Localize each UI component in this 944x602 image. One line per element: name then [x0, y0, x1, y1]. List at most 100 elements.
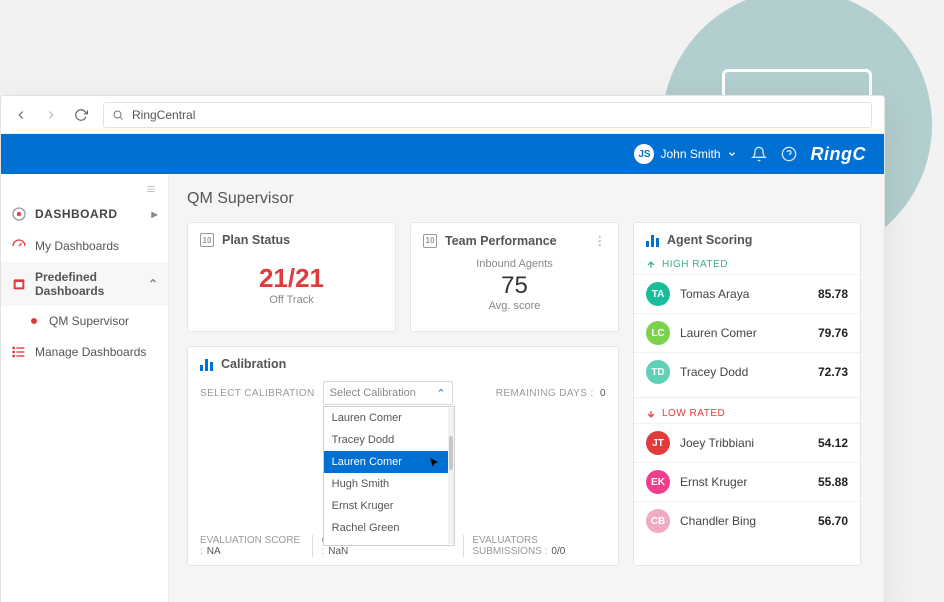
- card-calibration: Calibration SELECT CALIBRATION Select Ca…: [187, 346, 619, 566]
- page-title: QM Supervisor: [187, 190, 866, 208]
- select-calibration-label: SELECT CALIBRATION: [200, 388, 315, 399]
- remaining-days-value: 0: [600, 388, 606, 399]
- calibration-dropdown: Lauren ComerTracey DoddLauren ComerHugh …: [323, 406, 455, 546]
- sidebar-label: Predefined Dashboards: [35, 270, 140, 298]
- sidebar-item-my-dashboards[interactable]: My Dashboards: [1, 230, 168, 262]
- card-title: Plan Status: [222, 233, 290, 247]
- list-icon: [11, 344, 27, 360]
- dropdown-option[interactable]: Lauren Comer: [324, 407, 454, 429]
- sidebar-item-predefined-dashboards[interactable]: Predefined Dashboards ⌃: [1, 262, 168, 306]
- brand-logo: RingC: [811, 144, 867, 165]
- forward-button[interactable]: [43, 107, 59, 123]
- high-rated-label: HIGH RATED: [634, 255, 860, 274]
- agent-row[interactable]: EK Ernst Kruger 55.88: [634, 462, 860, 501]
- user-menu[interactable]: JS John Smith: [634, 144, 736, 164]
- dropdown-option[interactable]: Hugh Smith: [324, 473, 454, 495]
- sidebar-label: Manage Dashboards: [35, 345, 146, 359]
- eval-score-value: NA: [207, 546, 221, 557]
- dashboard-icon: [11, 206, 27, 222]
- card-menu-icon[interactable]: ⋮: [594, 233, 607, 248]
- agent-row[interactable]: CB Chandler Bing 56.70: [634, 501, 860, 540]
- refresh-button[interactable]: [73, 107, 89, 123]
- dropdown-option[interactable]: Lauren Comer: [324, 451, 454, 473]
- card-plan-status: 10 Plan Status 21/21 Off Track: [187, 222, 396, 332]
- search-icon: [112, 109, 124, 121]
- active-dot-icon: [31, 318, 37, 324]
- avatar: EK: [646, 470, 670, 494]
- card-team-performance: 10 Team Performance ⋮ Inbound Agents 75 …: [410, 222, 619, 332]
- avatar: TA: [646, 282, 670, 306]
- sidebar-item-dashboard[interactable]: DASHBOARD ▸: [1, 198, 168, 230]
- browser-window: RingCentral JS John Smith RingC DASHBOAR…: [0, 95, 885, 602]
- agent-name: Lauren Comer: [680, 326, 808, 340]
- sidebar-item-qm-supervisor[interactable]: QM Supervisor: [1, 306, 168, 336]
- card-title: Calibration: [221, 357, 286, 371]
- agent-score: 85.78: [818, 287, 848, 301]
- ten-icon: 10: [423, 234, 437, 248]
- low-rated-label: LOW RATED: [634, 404, 860, 423]
- sidebar-label: DASHBOARD: [35, 207, 118, 221]
- address-bar[interactable]: RingCentral: [103, 102, 872, 128]
- calendar-icon: [11, 276, 27, 292]
- agent-name: Tracey Dodd: [680, 365, 808, 379]
- agent-row[interactable]: JT Joey Tribbiani 54.12: [634, 423, 860, 462]
- arrow-down-icon: [646, 409, 656, 419]
- agent-score: 79.76: [818, 326, 848, 340]
- card-title: Agent Scoring: [667, 233, 752, 247]
- back-button[interactable]: [13, 107, 29, 123]
- sidebar-collapse-icon[interactable]: [1, 180, 168, 198]
- chevron-up-icon: ⌃: [148, 277, 158, 291]
- cal-avg-value: NaN: [328, 546, 348, 557]
- select-placeholder: Select Calibration: [330, 387, 416, 399]
- app-topbar: JS John Smith RingC: [1, 134, 884, 174]
- sidebar: DASHBOARD ▸ My Dashboards Predefined Das…: [1, 174, 169, 602]
- subs-label: EVALUATORS SUBMISSIONS :: [472, 535, 547, 557]
- agent-row[interactable]: LC Lauren Comer 79.76: [634, 313, 860, 352]
- agent-score: 55.88: [818, 475, 848, 489]
- agent-name: Chandler Bing: [680, 514, 808, 528]
- chevron-down-icon: [727, 149, 737, 159]
- agent-row[interactable]: TA Tomas Araya 85.78: [634, 274, 860, 313]
- agent-row[interactable]: TD Tracey Dodd 72.73: [634, 352, 860, 391]
- arrow-up-icon: [646, 260, 656, 270]
- card-agent-scoring: Agent Scoring HIGH RATED TA Tomas Araya 85…: [633, 222, 861, 566]
- avatar: LC: [646, 321, 670, 345]
- dropdown-option[interactable]: Ernst Kruger: [324, 495, 454, 517]
- user-name: John Smith: [660, 147, 720, 161]
- chevron-right-icon: ▸: [151, 207, 158, 221]
- avatar: CB: [646, 509, 670, 533]
- team-perf-value: 75: [501, 272, 528, 300]
- card-title: Team Performance: [445, 234, 557, 248]
- sidebar-label: QM Supervisor: [49, 314, 129, 328]
- team-perf-subbottom: Avg. score: [489, 300, 541, 312]
- main-content: QM Supervisor 10 Plan Status 21/21: [169, 174, 884, 602]
- dropdown-option[interactable]: Ernst Kruger: [324, 539, 454, 546]
- browser-chrome: RingCentral: [1, 96, 884, 134]
- bars-icon: [200, 357, 213, 371]
- agent-name: Tomas Araya: [680, 287, 808, 301]
- agent-score: 56.70: [818, 514, 848, 528]
- calibration-select[interactable]: Select Calibration ⌃ Lauren ComerTracey …: [323, 381, 453, 405]
- help-icon[interactable]: [781, 146, 797, 162]
- user-avatar: JS: [634, 144, 654, 164]
- remaining-days-label: REMAINING DAYS :: [496, 388, 594, 399]
- bell-icon[interactable]: [751, 146, 767, 162]
- plan-status-sub: Off Track: [269, 294, 313, 306]
- dropdown-option[interactable]: Rachel Green: [324, 517, 454, 539]
- bars-icon: [646, 233, 659, 247]
- team-perf-subtop: Inbound Agents: [476, 258, 552, 270]
- avatar: TD: [646, 360, 670, 384]
- chevron-up-icon: ⌃: [436, 387, 445, 400]
- plan-status-value: 21/21: [259, 263, 324, 294]
- agent-name: Ernst Kruger: [680, 475, 808, 489]
- sidebar-label: My Dashboards: [35, 239, 119, 253]
- ten-icon: 10: [200, 233, 214, 247]
- url-text: RingCentral: [132, 108, 195, 122]
- avatar: JT: [646, 431, 670, 455]
- dropdown-option[interactable]: Tracey Dodd: [324, 429, 454, 451]
- sidebar-item-manage-dashboards[interactable]: Manage Dashboards: [1, 336, 168, 368]
- scrollbar[interactable]: [448, 408, 454, 544]
- agent-score: 54.12: [818, 436, 848, 450]
- agent-name: Joey Tribbiani: [680, 436, 808, 450]
- agent-score: 72.73: [818, 365, 848, 379]
